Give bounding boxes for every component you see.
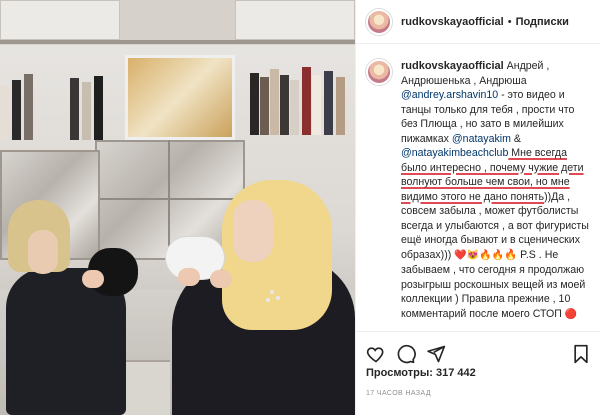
shelf-glass (235, 0, 355, 40)
caption-part: & (510, 132, 521, 145)
post-header: rudkovskayaofficial • Подписки (356, 0, 600, 44)
comment-icon[interactable] (396, 344, 416, 364)
pajama-pattern (266, 298, 270, 302)
boy-hand (82, 270, 104, 288)
mention-link[interactable]: @natayakimbeachclub (401, 147, 508, 159)
caption-area: rudkovskayaofficial Андрей , Андрюшенька… (356, 45, 600, 330)
framed-picture (125, 55, 235, 140)
header-username[interactable]: rudkovskayaofficial (401, 16, 504, 28)
woman-hand (210, 270, 232, 288)
woman-face (233, 200, 273, 262)
bookcase-right (250, 65, 355, 135)
post-sidebar: rudkovskayaofficial • Подписки rudkovska… (355, 0, 600, 415)
instagram-post: rudkovskayaofficial • Подписки rudkovska… (0, 0, 600, 415)
caption-avatar[interactable] (366, 59, 392, 85)
action-bar (356, 331, 600, 371)
mention-link[interactable]: @natayakim (452, 133, 511, 145)
bookcase-left (0, 70, 110, 140)
avatar[interactable] (366, 8, 392, 35)
shelf-edge (0, 40, 355, 44)
caption-username[interactable]: rudkovskayaofficial (401, 60, 504, 72)
following-button[interactable]: Подписки (516, 16, 569, 28)
view-count[interactable]: Просмотры: 317 442 (366, 367, 476, 379)
woman-hand (178, 268, 200, 286)
heart-icon[interactable] (366, 344, 386, 364)
emoji-red-circle: 🔴 (564, 308, 578, 320)
separator-dot: • (507, 15, 512, 28)
pajama-pattern (270, 290, 274, 294)
post-timestamp[interactable]: 17 ЧАСОВ НАЗАД (366, 390, 431, 397)
share-icon[interactable] (426, 344, 446, 364)
mention-link[interactable]: @andrey.arshavin10 (401, 89, 498, 101)
post-video[interactable] (0, 0, 355, 415)
bookmark-icon[interactable] (571, 344, 591, 364)
emoji-row: ❤️😻🔥🔥 (454, 249, 505, 261)
shelf-glass (0, 0, 120, 40)
cabinet-line (95, 198, 245, 200)
boy-face (28, 230, 58, 274)
pajama-pattern (276, 296, 280, 300)
cabinet-line (168, 140, 170, 260)
caption-text: rudkovskayaofficial Андрей , Андрюшенька… (401, 59, 591, 330)
